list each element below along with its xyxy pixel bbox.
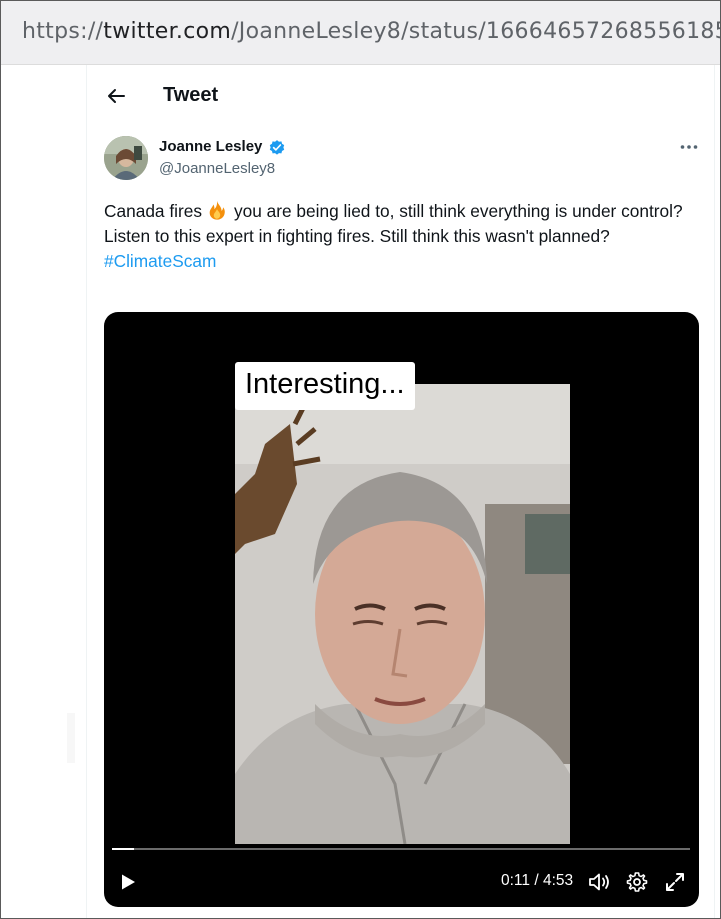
settings-button[interactable] (626, 871, 648, 898)
volume-icon (589, 873, 609, 891)
tweet-text: Canada fires you are being lied to, stil… (104, 199, 704, 274)
sidebar-fragment (67, 713, 75, 763)
video-progress-bar[interactable] (112, 848, 690, 850)
current-time: 0:11 (501, 872, 531, 889)
video-time-display: 0:11 / 4:53 (501, 872, 573, 890)
avatar[interactable] (104, 136, 148, 180)
duration: 4:53 (542, 872, 574, 889)
fullscreen-icon (666, 873, 684, 891)
browser-window: https://twitter.com/JoanneLesley8/status… (0, 0, 721, 919)
url-scheme: https:// (22, 19, 104, 44)
verified-badge-icon (269, 140, 285, 155)
address-bar[interactable]: https://twitter.com/JoanneLesley8/status… (1, 1, 721, 65)
back-arrow-icon (108, 89, 125, 103)
page-header: Tweet (87, 65, 714, 127)
url-path: /JoanneLesley8/status/166646572685561856… (231, 19, 721, 44)
hashtag-link[interactable]: #ClimateScam (104, 251, 216, 271)
page-title: Tweet (163, 84, 219, 106)
more-dots-icon (680, 145, 698, 149)
video-still-image (235, 384, 570, 844)
gear-icon (626, 872, 648, 892)
video-caption: Interesting... (235, 362, 415, 410)
time-separator: / (530, 872, 543, 889)
play-icon (122, 874, 135, 890)
play-button[interactable] (119, 873, 137, 896)
video-player[interactable]: Interesting... 0:11 / 4:53 (104, 312, 699, 907)
column-divider-left (86, 65, 87, 918)
author-name[interactable]: Joanne Lesley (159, 138, 262, 155)
tweet-text-part1: Canada fires (104, 201, 202, 221)
fullscreen-button[interactable] (665, 872, 685, 897)
fire-icon (209, 200, 225, 220)
volume-button[interactable] (588, 871, 612, 898)
back-button[interactable] (101, 81, 131, 111)
avatar-image (104, 136, 148, 180)
author-handle[interactable]: @JoanneLesley8 (159, 160, 275, 177)
column-divider-right (714, 65, 715, 918)
video-frame[interactable] (235, 384, 570, 844)
url-text[interactable]: https://twitter.com/JoanneLesley8/status… (22, 19, 721, 44)
more-options-button[interactable] (677, 137, 701, 157)
video-progress-fill (112, 848, 134, 850)
url-domain: twitter.com (103, 19, 232, 44)
